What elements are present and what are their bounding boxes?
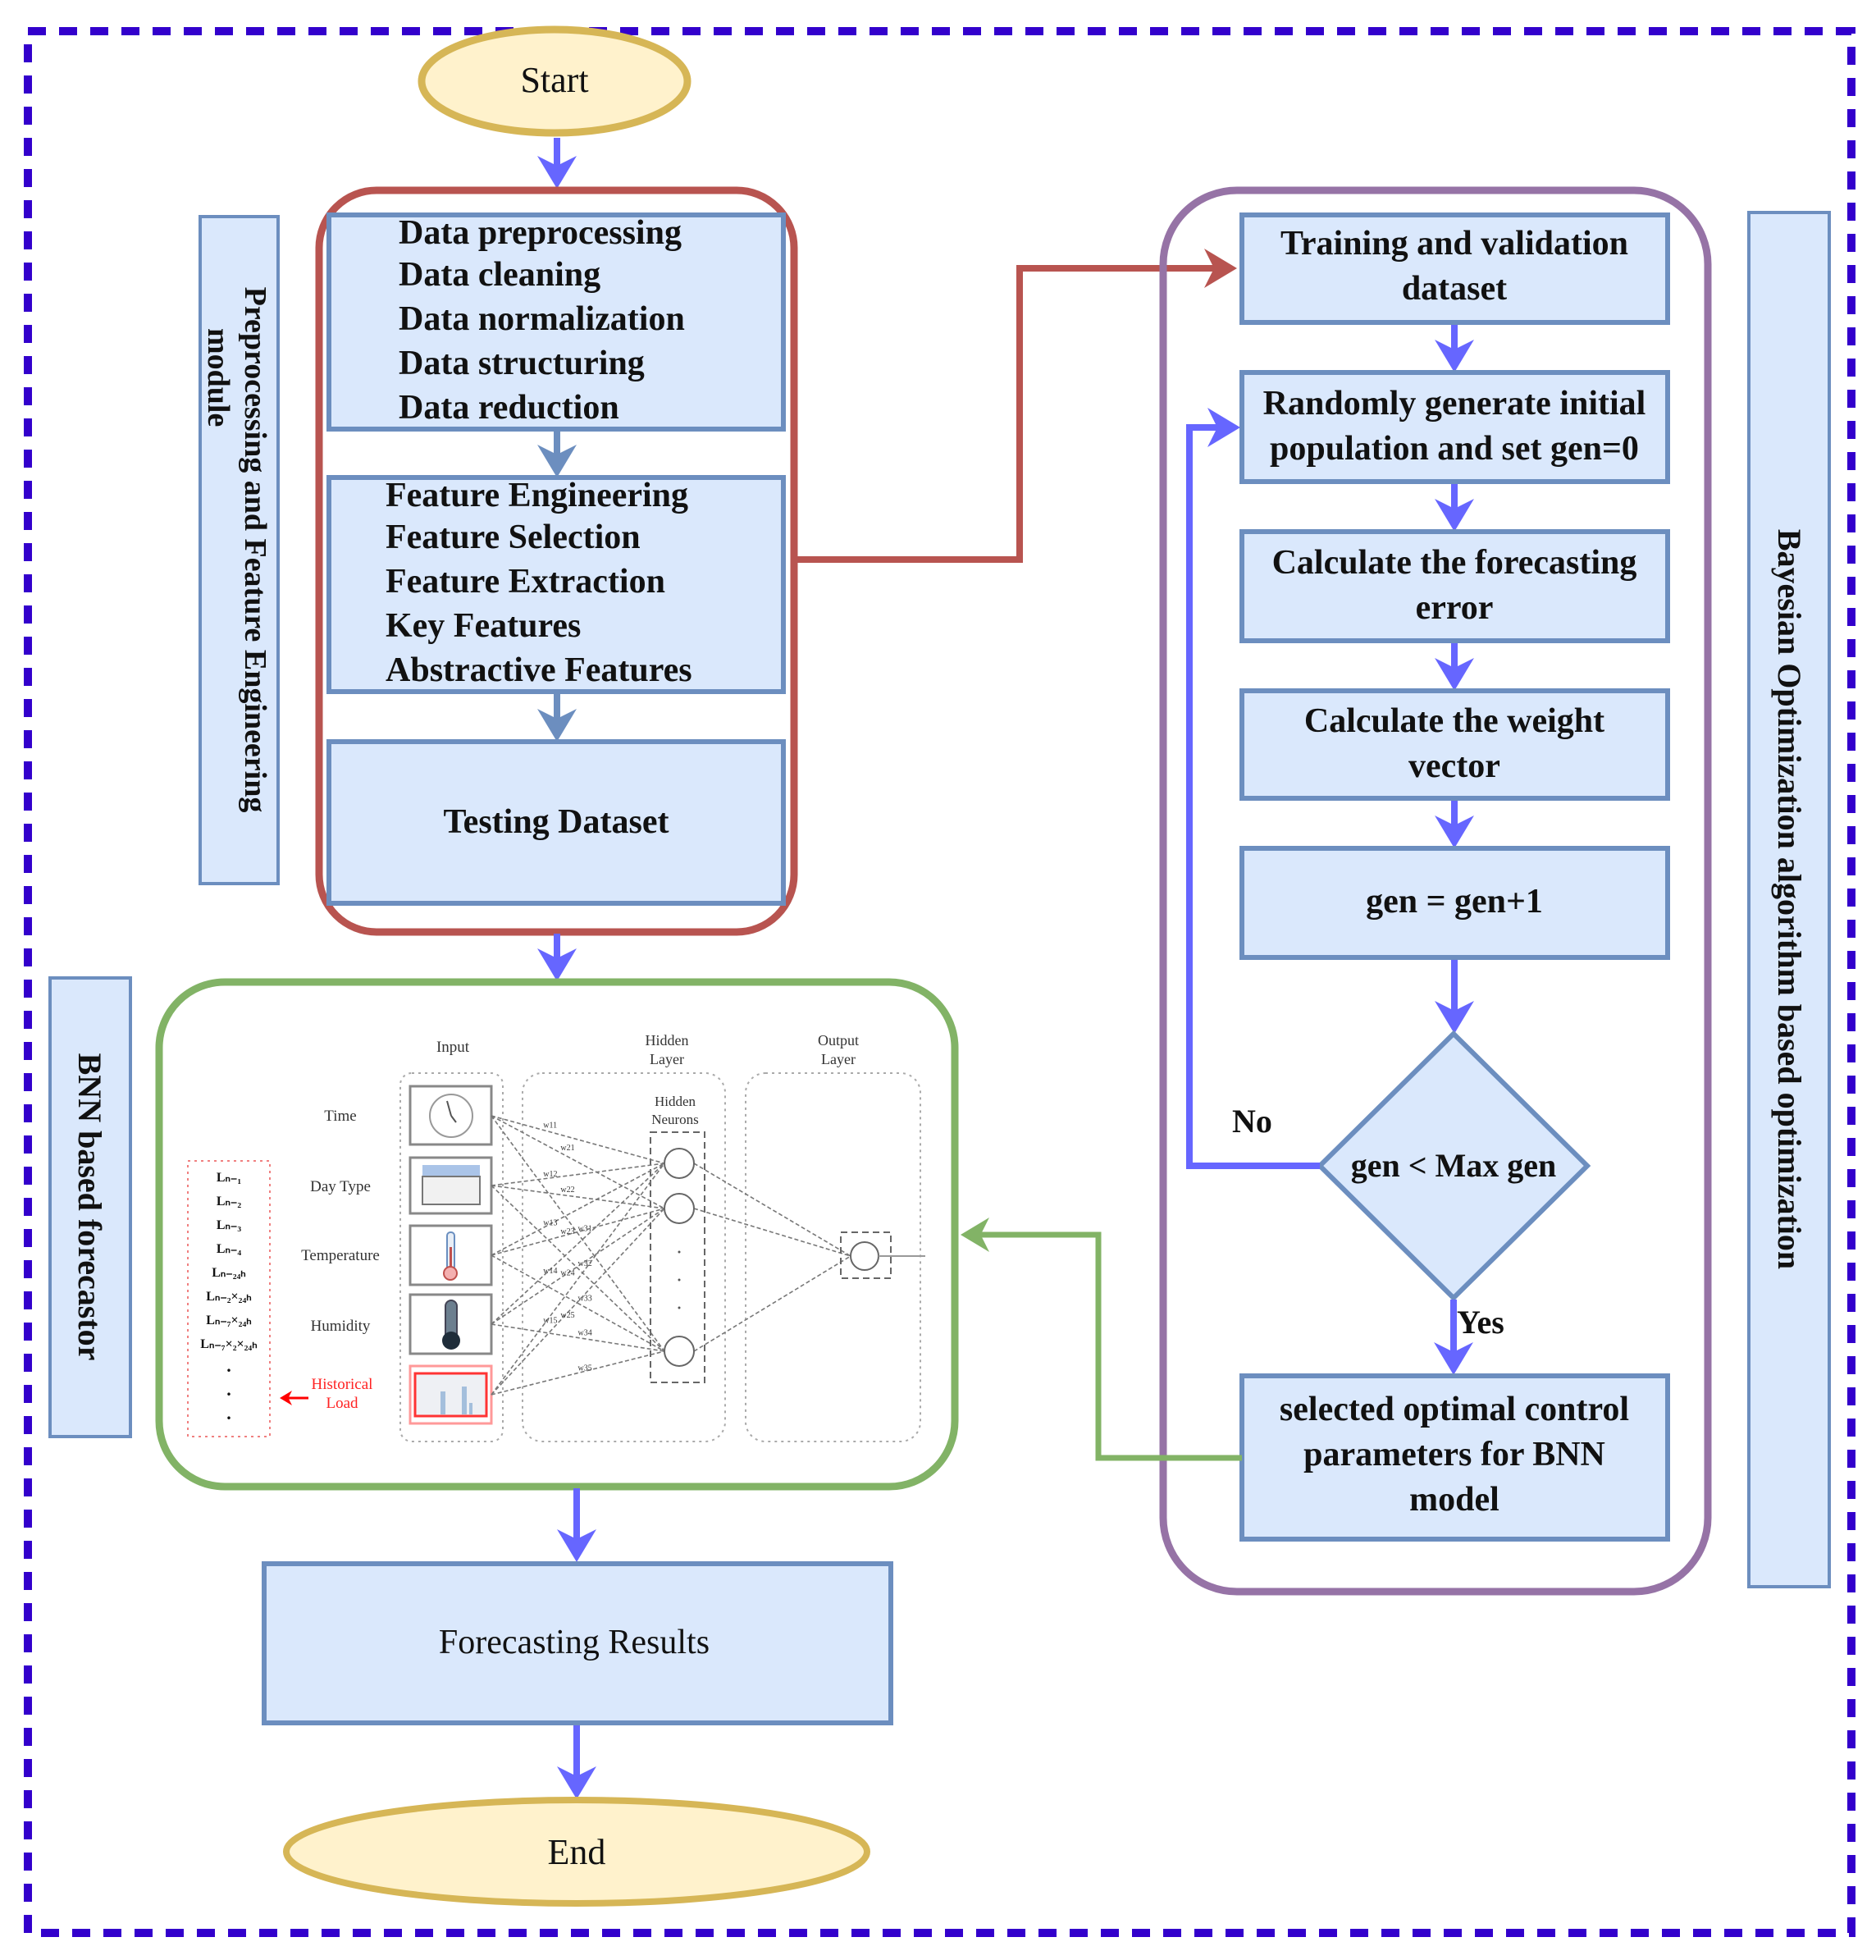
data-preprocessing-box[interactable]: Data preprocessing Data cleaning Data no… bbox=[326, 212, 786, 432]
svg-text:Neurons: Neurons bbox=[651, 1112, 699, 1127]
weight-label: w21 bbox=[560, 1144, 574, 1153]
lag-item: Lₙ₋₇×₂×₂₄ₕ bbox=[200, 1337, 257, 1351]
input-label-humidity: Humidity bbox=[311, 1318, 371, 1335]
svg-text:selected optimal control: selected optimal control bbox=[1280, 1391, 1629, 1428]
calc-weight-box[interactable]: Calculate the weight vector bbox=[1239, 688, 1670, 801]
input-label-day-type: Day Type bbox=[310, 1178, 371, 1195]
svg-text:Feature Extraction: Feature Extraction bbox=[386, 563, 665, 601]
weight-label: w34 bbox=[578, 1329, 592, 1338]
svg-text:Preprocessing and Feature Engi: Preprocessing and Feature Engineering bbox=[238, 287, 272, 813]
svg-text:Data structuring: Data structuring bbox=[399, 345, 645, 382]
input-label-temperature: Temperature bbox=[301, 1247, 380, 1264]
output-neuron bbox=[850, 1241, 879, 1271]
lag-item: Lₙ₋₄ bbox=[217, 1242, 241, 1256]
weight-label: w13 bbox=[543, 1218, 557, 1227]
weight-label: w22 bbox=[560, 1186, 574, 1195]
svg-text:model: model bbox=[1409, 1481, 1499, 1519]
svg-text:Data normalization: Data normalization bbox=[399, 300, 685, 338]
svg-text:Hidden: Hidden bbox=[646, 1032, 689, 1049]
svg-text:Feature Selection: Feature Selection bbox=[386, 519, 641, 556]
weight-label: w11 bbox=[543, 1121, 557, 1130]
svg-text:population and set gen=0: population and set gen=0 bbox=[1270, 430, 1639, 468]
svg-text:Hidden: Hidden bbox=[655, 1094, 696, 1109]
yes-label: Yes bbox=[1457, 1304, 1504, 1341]
weight-label: w15 bbox=[543, 1316, 557, 1325]
weight-label: w14 bbox=[543, 1267, 557, 1276]
selected-parameters-box[interactable]: selected optimal control parameters for … bbox=[1239, 1373, 1670, 1542]
lag-item: Lₙ₋₇×₂₄ₕ bbox=[206, 1314, 251, 1327]
lag-item: Lₙ₋₂ bbox=[217, 1195, 241, 1208]
forecasting-results-box[interactable]: Forecasting Results bbox=[262, 1561, 893, 1725]
decision-diamond[interactable]: gen < Max gen bbox=[1316, 1030, 1591, 1302]
svg-text:Calculate the weight: Calculate the weight bbox=[1304, 702, 1604, 740]
forecaster-side-label: BNN based forecastor bbox=[48, 976, 132, 1438]
svg-text:Testing Dataset: Testing Dataset bbox=[444, 803, 669, 841]
training-validation-box[interactable]: Training and validation dataset bbox=[1239, 212, 1670, 325]
svg-text:Randomly generate initial: Randomly generate initial bbox=[1263, 385, 1646, 423]
svg-text:Data reduction: Data reduction bbox=[399, 389, 619, 427]
start-terminal[interactable]: Start bbox=[418, 25, 692, 137]
weight-label: w33 bbox=[578, 1295, 592, 1304]
weight-label: w24 bbox=[560, 1269, 574, 1278]
svg-text:parameters for BNN: parameters for BNN bbox=[1303, 1436, 1605, 1473]
lag-item: Lₙ₋₂₄ₕ bbox=[212, 1266, 246, 1280]
arrow-selected-to-forecaster bbox=[961, 1218, 1242, 1461]
svg-text:Data cleaning: Data cleaning bbox=[399, 256, 600, 294]
lag-item: Lₙ₋₂×₂₄ₕ bbox=[206, 1290, 251, 1304]
svg-text:Forecasting Results: Forecasting Results bbox=[439, 1624, 710, 1661]
lag-item: . bbox=[226, 1403, 231, 1423]
weight-label: w25 bbox=[560, 1311, 574, 1320]
hidden-neuron-1 bbox=[664, 1148, 695, 1179]
flowchart-canvas: Start Preprocessing and Feature Engineer… bbox=[0, 0, 1876, 1960]
preprocessing-side-label: Preprocessing and Feature Engineering mo… bbox=[199, 215, 280, 885]
svg-text:error: error bbox=[1416, 589, 1494, 627]
lag-item: . bbox=[226, 1379, 231, 1400]
optimization-side-label: Bayesian Optimization algorithm based op… bbox=[1747, 211, 1831, 1588]
no-label: No bbox=[1232, 1103, 1272, 1140]
feature-engineering-box[interactable]: Feature Engineering Feature Selection Fe… bbox=[326, 475, 786, 694]
svg-text:Abstractive Features: Abstractive Features bbox=[386, 651, 692, 689]
svg-text:Output: Output bbox=[818, 1032, 859, 1049]
svg-text:BNN based forecastor: BNN based forecastor bbox=[71, 1053, 108, 1361]
end-terminal[interactable]: End bbox=[283, 1797, 870, 1907]
svg-text:Calculate the forecasting: Calculate the forecasting bbox=[1272, 544, 1637, 582]
svg-text:Feature Engineering: Feature Engineering bbox=[386, 477, 688, 514]
weight-label: w32 bbox=[578, 1259, 592, 1268]
svg-text:dataset: dataset bbox=[1402, 270, 1507, 308]
svg-text:Bayesian Optimization algorith: Bayesian Optimization algorithm based op… bbox=[1771, 529, 1808, 1269]
testing-dataset-box[interactable]: Testing Dataset bbox=[326, 739, 786, 906]
svg-text:Layer: Layer bbox=[650, 1051, 684, 1067]
random-init-box[interactable]: Randomly generate initial population and… bbox=[1239, 370, 1670, 484]
svg-text:gen = gen+1: gen = gen+1 bbox=[1366, 883, 1543, 921]
lag-item: Lₙ₋₁ bbox=[217, 1171, 241, 1185]
lag-item: . bbox=[226, 1355, 231, 1376]
hidden-neuron-2 bbox=[664, 1193, 695, 1224]
input-title: Input bbox=[436, 1039, 470, 1056]
svg-text:Load: Load bbox=[326, 1395, 358, 1412]
input-label-historical: Historical bbox=[312, 1376, 373, 1393]
gen-increment-box[interactable]: gen = gen+1 bbox=[1239, 846, 1670, 960]
calc-error-box[interactable]: Calculate the forecasting error bbox=[1239, 529, 1670, 643]
svg-text:Data preprocessing: Data preprocessing bbox=[399, 214, 682, 252]
svg-text:Key Features: Key Features bbox=[386, 607, 581, 645]
weight-label: w23 bbox=[560, 1227, 574, 1236]
svg-text:gen < Max gen: gen < Max gen bbox=[1351, 1147, 1557, 1184]
end-label: End bbox=[548, 1832, 606, 1872]
svg-text:vector: vector bbox=[1408, 747, 1500, 785]
input-label-time: Time bbox=[324, 1108, 356, 1125]
weight-label: w12 bbox=[543, 1170, 557, 1179]
weight-label: w35 bbox=[578, 1364, 592, 1373]
svg-text:Training and validation: Training and validation bbox=[1280, 225, 1628, 263]
svg-text:module: module bbox=[201, 328, 235, 427]
svg-text:Layer: Layer bbox=[821, 1051, 856, 1067]
lag-item: Lₙ₋₃ bbox=[217, 1218, 241, 1232]
hidden-neuron-n bbox=[664, 1336, 695, 1367]
start-label: Start bbox=[520, 60, 588, 100]
